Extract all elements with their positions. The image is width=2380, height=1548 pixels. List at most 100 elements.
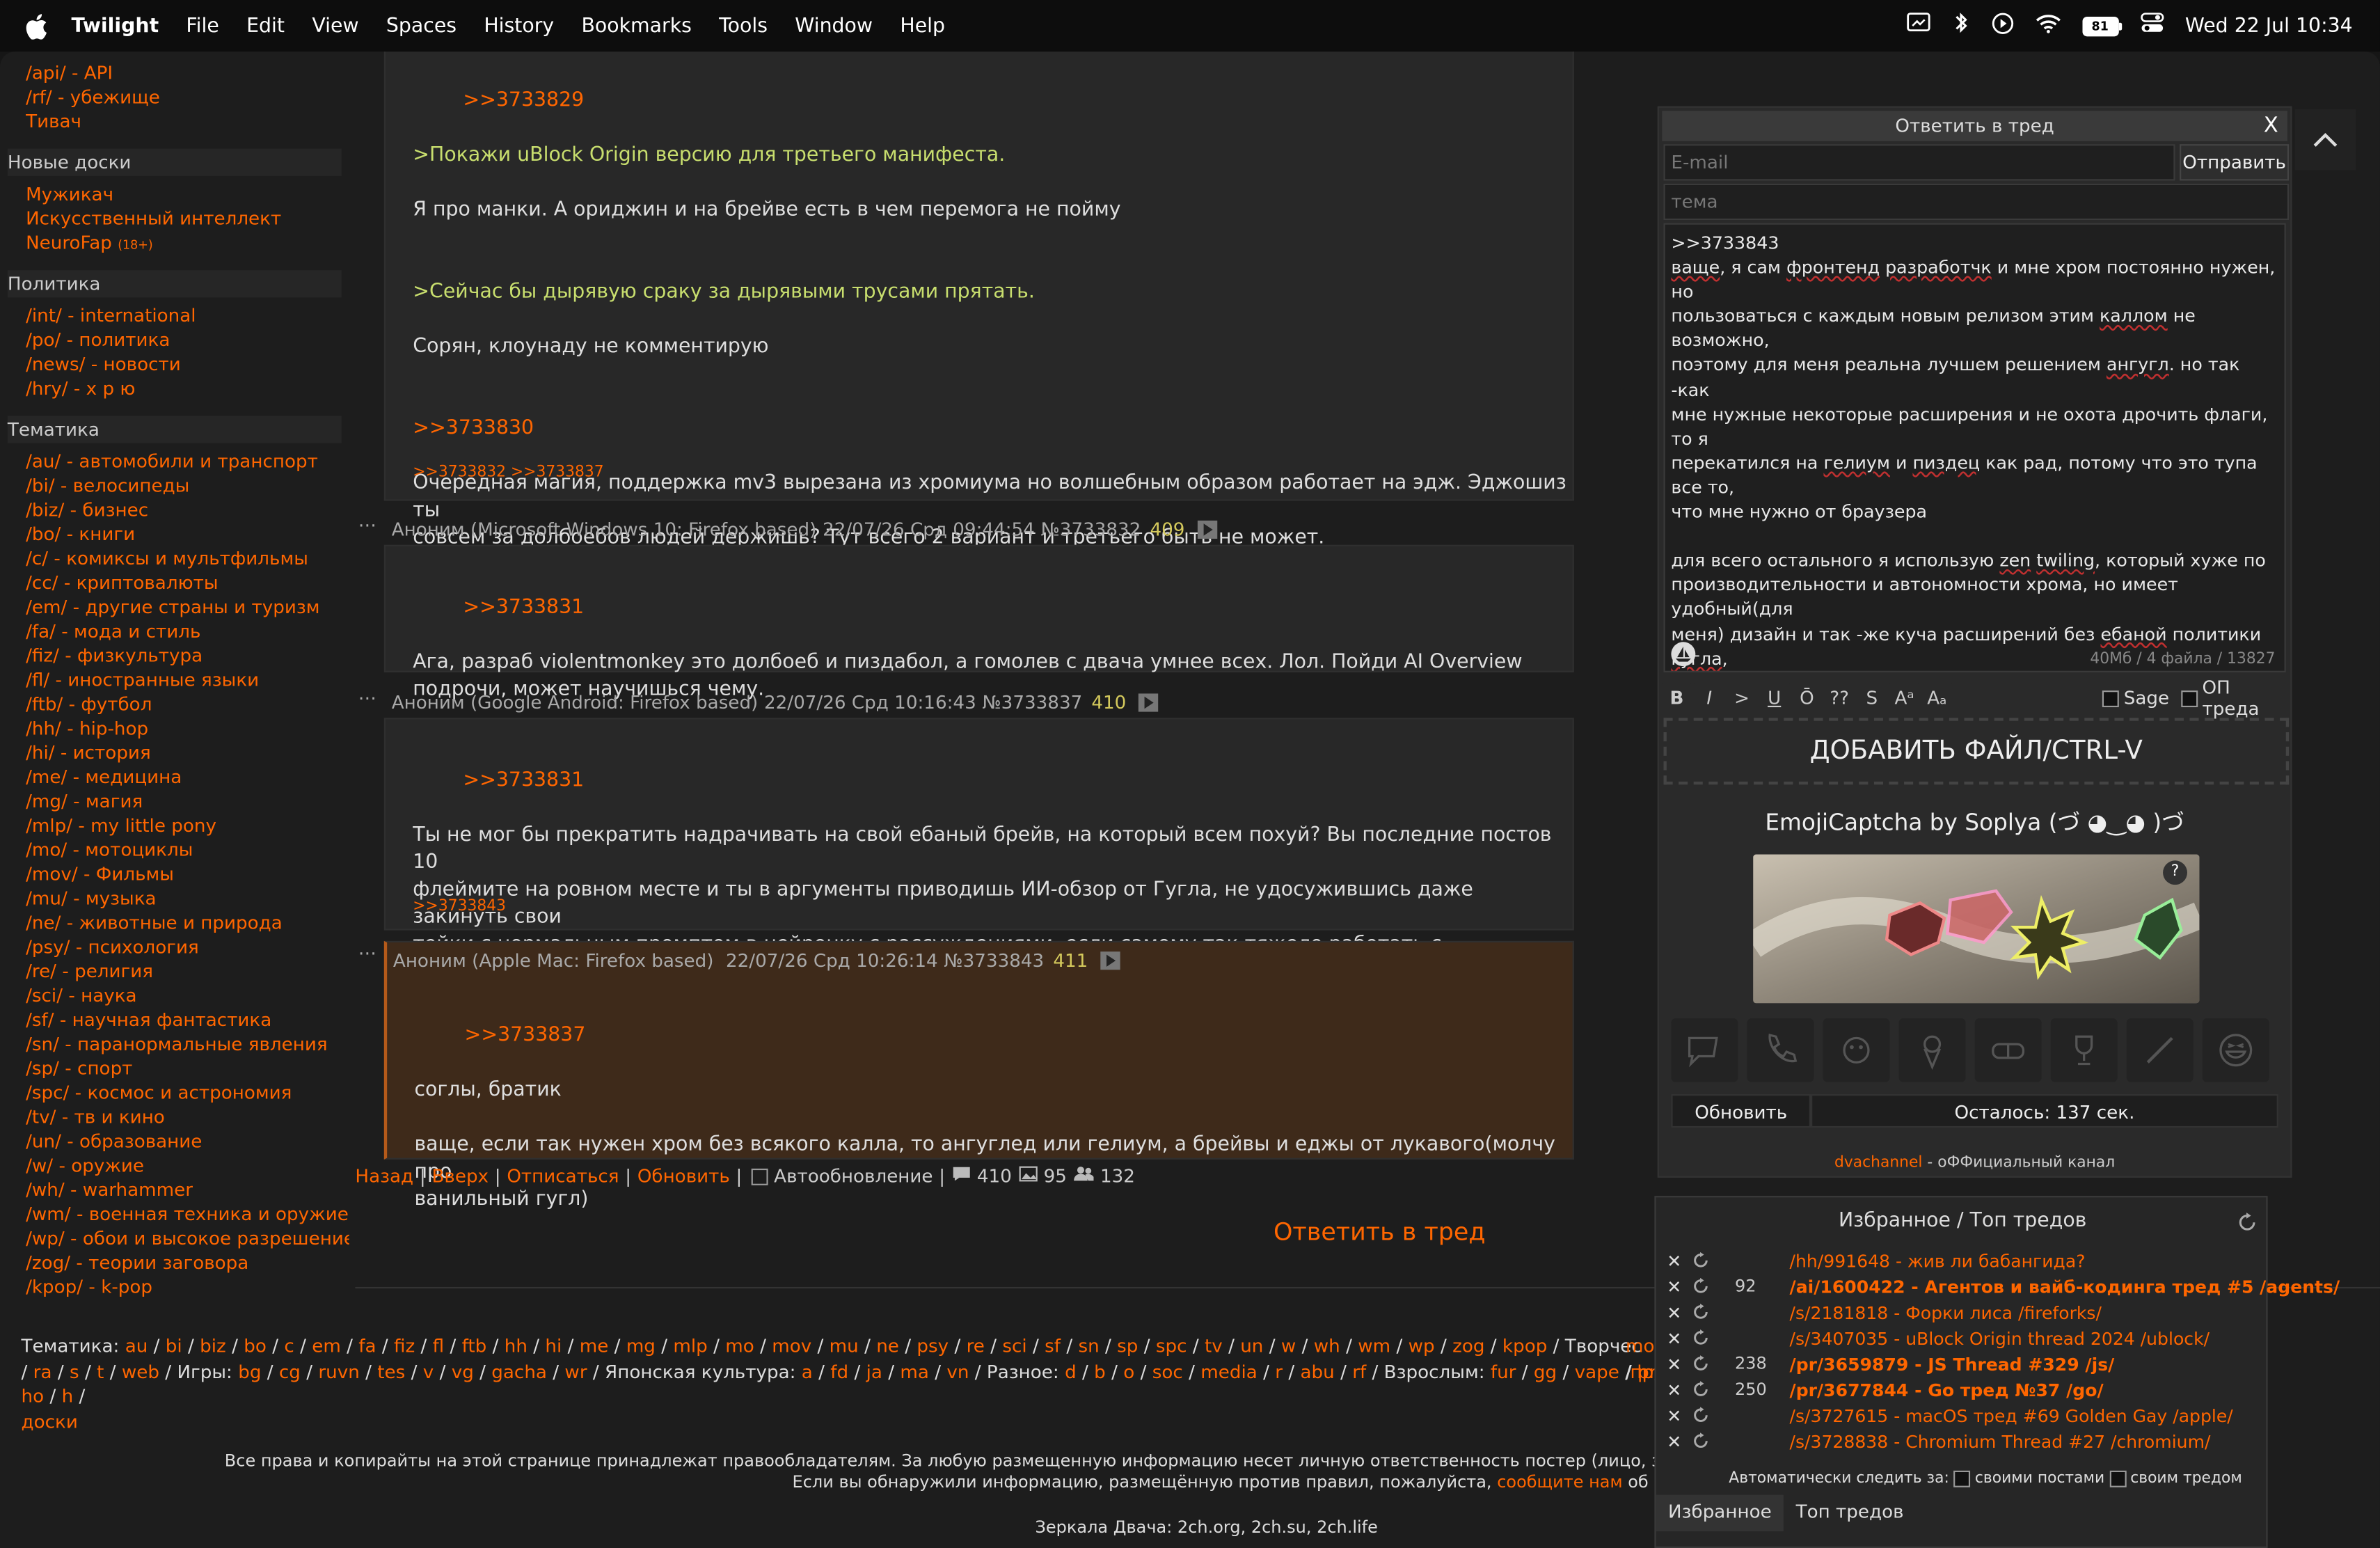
- play-icon[interactable]: [1138, 693, 1159, 712]
- sidebar-item-muzhikach[interactable]: Мужикач: [0, 182, 349, 207]
- board-link[interactable]: wh: [1314, 1336, 1340, 1357]
- board-link[interactable]: ja: [866, 1361, 882, 1382]
- sailboat-icon[interactable]: [1671, 642, 1696, 667]
- bluetooth-icon[interactable]: [1951, 10, 1969, 41]
- italic-button[interactable]: I: [1695, 683, 1724, 713]
- post-number[interactable]: №3733843: [944, 950, 1044, 972]
- trophy-icon[interactable]: [2050, 1018, 2118, 1082]
- board-link[interactable]: mu: [830, 1336, 859, 1357]
- board-link[interactable]: abu: [1301, 1361, 1335, 1382]
- favorite-thread-link[interactable]: /ai/1600422 - Агентов и вайб-кодинга тре…: [1790, 1276, 2340, 1297]
- battery-icon[interactable]: 81: [2081, 15, 2122, 36]
- autorefresh-checkbox[interactable]: [751, 1167, 768, 1185]
- menu-edit[interactable]: Edit: [246, 15, 285, 38]
- post-number[interactable]: №3733837: [982, 692, 1082, 713]
- board-link[interactable]: sf: [1045, 1336, 1061, 1357]
- menu-view[interactable]: View: [312, 15, 358, 38]
- board-link[interactable]: vn: [946, 1361, 969, 1382]
- subject-field[interactable]: тема: [1663, 183, 2290, 221]
- board-link[interactable]: ftb: [462, 1336, 487, 1357]
- sidebar-item-board[interactable]: /ne/ - животные и природа: [0, 910, 349, 935]
- board-link[interactable]: c: [284, 1336, 294, 1357]
- sidebar-item-board[interactable]: /mov/ - Фильмы: [0, 862, 349, 886]
- play-icon[interactable]: [1100, 951, 1120, 970]
- board-link[interactable]: fl: [433, 1336, 444, 1357]
- sidebar-item-hry[interactable]: /hry/ - х р ю: [0, 377, 349, 401]
- laughing-face-icon[interactable]: [2202, 1018, 2269, 1082]
- top-link[interactable]: Вверх: [431, 1166, 489, 1187]
- sidebar-item-board[interactable]: /wp/ - обои и высокое разрешение: [0, 1226, 349, 1251]
- sidebar-item-board[interactable]: /fl/ - иностранные языки: [0, 668, 349, 692]
- phone-icon[interactable]: [1747, 1018, 1814, 1082]
- board-link[interactable]: v: [423, 1361, 434, 1382]
- remove-favorite-icon[interactable]: ✕: [1662, 1379, 1686, 1400]
- board-link[interactable]: r: [1275, 1361, 1283, 1382]
- board-link[interactable]: em: [312, 1336, 341, 1357]
- sidebar-item-news[interactable]: /news/ - новости: [0, 352, 349, 377]
- sidebar-item-board[interactable]: /em/ - другие страны и туризм: [0, 595, 349, 619]
- favorite-thread-link[interactable]: /s/2181818 - Форки лиса /fireforks/: [1790, 1302, 2102, 1323]
- sidebar-item-board[interactable]: /wm/ - военная техника и оружие: [0, 1202, 349, 1226]
- menu-window[interactable]: Window: [795, 15, 873, 38]
- refresh-favorite-icon[interactable]: [1686, 1303, 1713, 1320]
- sidebar-item-board[interactable]: /fiz/ - физкультура: [0, 643, 349, 668]
- board-link[interactable]: tv: [1205, 1336, 1223, 1357]
- board-link[interactable]: bi: [166, 1336, 182, 1357]
- board-link[interactable]: sn: [1078, 1336, 1099, 1357]
- remove-favorite-icon[interactable]: ✕: [1662, 1353, 1686, 1375]
- superscript-button[interactable]: Aᵃ: [1889, 683, 1919, 713]
- sidebar-item-board[interactable]: /spc/ - космос и астрономия: [0, 1080, 349, 1105]
- board-link[interactable]: fiz: [394, 1336, 415, 1357]
- apple-logo-icon[interactable]: [26, 12, 53, 39]
- post-menu-icon[interactable]: …: [358, 938, 378, 959]
- sidebar-item-board[interactable]: /fa/ - мода и стиль: [0, 619, 349, 644]
- screen-share-icon[interactable]: [1906, 12, 1930, 39]
- board-link[interactable]: fd: [830, 1361, 848, 1382]
- post-reply-link[interactable]: >>3733830: [413, 418, 534, 441]
- remove-favorite-icon[interactable]: ✕: [1662, 1302, 1686, 1323]
- remove-favorite-icon[interactable]: ✕: [1662, 1276, 1686, 1297]
- remove-favorite-icon[interactable]: ✕: [1662, 1250, 1686, 1272]
- board-link[interactable]: kpop: [1502, 1336, 1547, 1357]
- board-link[interactable]: soc: [1152, 1361, 1183, 1382]
- sidebar-item-int[interactable]: /int/ - international: [0, 303, 349, 328]
- refresh-favorite-icon[interactable]: [1686, 1407, 1713, 1423]
- board-link[interactable]: mg: [626, 1336, 656, 1357]
- scroll-top-button[interactable]: [2294, 109, 2356, 171]
- tab-favorites[interactable]: Избранное: [1656, 1494, 1784, 1532]
- menu-tools[interactable]: Tools: [719, 15, 768, 38]
- sidebar-item-board[interactable]: /mo/ - мотоциклы: [0, 838, 349, 862]
- board-link[interactable]: mov: [772, 1336, 811, 1357]
- board-link[interactable]: vape: [1575, 1361, 1619, 1382]
- post-menu-icon[interactable]: …: [358, 683, 378, 704]
- menu-history[interactable]: History: [484, 15, 554, 38]
- menu-app-name[interactable]: Twilight: [72, 15, 159, 38]
- underline-button[interactable]: U: [1759, 683, 1789, 713]
- channel-link[interactable]: dvachannel: [1834, 1155, 1922, 1171]
- board-link[interactable]: me: [580, 1336, 609, 1357]
- post-number[interactable]: №3733832: [1041, 519, 1141, 541]
- refresh-favorite-icon[interactable]: [1686, 1277, 1713, 1295]
- sidebar-item-board[interactable]: /hh/ - hip-hop: [0, 716, 349, 741]
- sidebar-item-board[interactable]: /bi/ - велосипеды: [0, 473, 349, 498]
- board-link[interactable]: spc: [1156, 1336, 1187, 1357]
- strike-button[interactable]: S: [1857, 683, 1887, 713]
- board-link[interactable]: a: [802, 1361, 813, 1382]
- remove-favorite-icon[interactable]: ✕: [1662, 1327, 1686, 1349]
- op-box[interactable]: [2181, 689, 2198, 706]
- board-link[interactable]: vg: [452, 1361, 474, 1382]
- favorite-thread-link[interactable]: /s/3407035 - uBlock Origin thread 2024 /…: [1790, 1327, 2210, 1349]
- quote-button[interactable]: >: [1727, 683, 1757, 713]
- refresh-favorite-icon[interactable]: [1686, 1432, 1713, 1449]
- sidebar-item-board[interactable]: /hi/ - история: [0, 741, 349, 765]
- email-field[interactable]: E-mail: [1663, 144, 2175, 181]
- menu-clock[interactable]: Wed 22 Jul 10:34: [2185, 15, 2353, 38]
- sidebar-item-board[interactable]: /mlp/ - my little pony: [0, 814, 349, 838]
- board-link[interactable]: wm: [1358, 1336, 1390, 1357]
- menu-bookmarks[interactable]: Bookmarks: [581, 15, 691, 38]
- board-link[interactable]: w: [1281, 1336, 1296, 1357]
- board-link[interactable]: b: [1094, 1361, 1106, 1382]
- board-link[interactable]: sci: [1002, 1336, 1026, 1357]
- favorite-thread-link[interactable]: /s/3727615 - macOS тред #69 Golden Gay /…: [1790, 1405, 2233, 1426]
- spoiler-button[interactable]: ??: [1824, 683, 1855, 713]
